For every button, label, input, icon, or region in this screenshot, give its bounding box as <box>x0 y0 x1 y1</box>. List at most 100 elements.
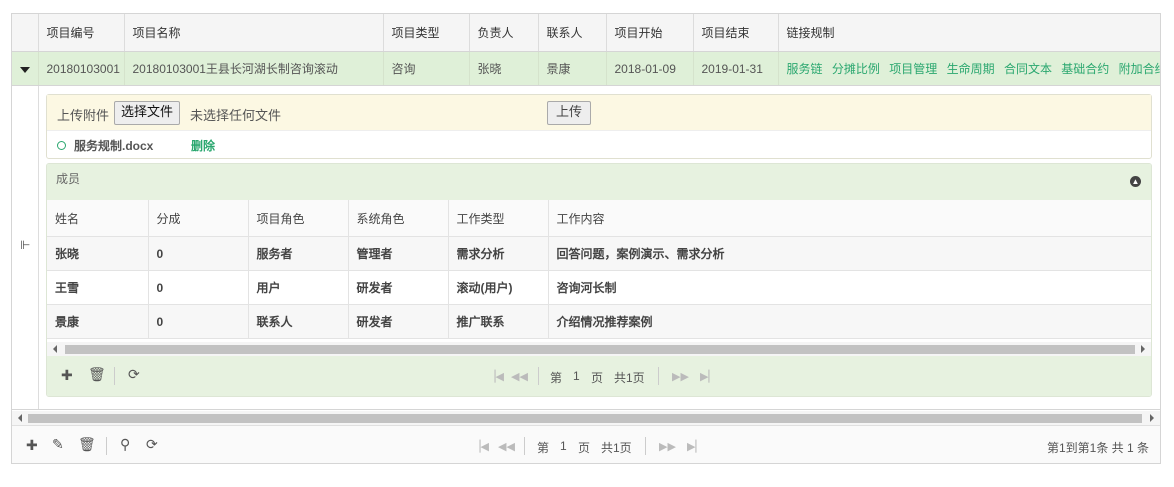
member-name: 王雪 <box>47 270 149 305</box>
pager-suffix: 页 <box>578 441 591 455</box>
next-page-icon[interactable]: ▶▶ <box>672 370 689 383</box>
members-header: 成员 ▲ <box>47 164 1151 200</box>
member-col-work-type[interactable]: 工作类型 <box>448 200 549 237</box>
scroll-left-icon[interactable] <box>18 414 22 422</box>
member-work-content: 介绍情况推荐案例 <box>548 304 1151 339</box>
table-row[interactable]: 王雪 0 用户 研发者 滚动(用户) 咨询河长制 <box>47 270 1151 305</box>
first-page-icon[interactable]: ▕◀ <box>472 440 489 453</box>
pager-divider <box>645 437 646 455</box>
table-row[interactable]: 20180103001 20180103001王县长河湖长制咨询滚动 咨询 张晓… <box>12 51 1160 86</box>
prev-page-icon[interactable]: ◀◀ <box>498 440 515 453</box>
members-grid: 姓名 分成 项目角色 系统角色 工作类型 工作内容 张晓 0 服务者 管理者 需… <box>47 200 1151 339</box>
col-header-type[interactable]: 项目类型 <box>383 14 470 52</box>
first-page-icon[interactable]: ▕◀ <box>487 370 504 383</box>
record-info: 第1到第1条 共 1 条 <box>1046 441 1149 455</box>
scroll-right-icon[interactable] <box>1141 345 1145 353</box>
cell-contact: 景康 <box>538 51 607 86</box>
add-icon[interactable]: ✚ <box>61 367 73 384</box>
cell-owner: 张晓 <box>469 51 539 86</box>
trash-icon[interactable]: 🗑 <box>78 436 96 453</box>
pager-total: 共1页 <box>601 441 632 455</box>
members-horizontal-scrollbar[interactable] <box>47 342 1151 356</box>
expand-header <box>12 14 39 52</box>
delete-attachment-link[interactable]: 删除 <box>191 137 215 154</box>
cell-code: 20180103001 <box>38 51 125 86</box>
scroll-left-icon[interactable] <box>53 345 57 353</box>
link-additional-contract[interactable]: 附加合约 <box>1119 62 1159 76</box>
file-bullet-icon <box>57 141 66 151</box>
grid-header-row: 项目编号 项目名称 项目类型 负责人 联系人 项目开始 项目结束 链接规制 <box>12 14 1160 52</box>
project-grid: 项目编号 项目名称 项目类型 负责人 联系人 项目开始 项目结束 链接规制 20… <box>12 14 1160 86</box>
no-file-text: 未选择任何文件 <box>190 108 282 123</box>
link-base-contract[interactable]: 基础合约 <box>1061 62 1109 76</box>
member-col-share[interactable]: 分成 <box>148 200 249 237</box>
cell-name: 20180103001王县长河湖长制咨询滚动 <box>124 51 384 86</box>
scroll-thumb[interactable] <box>65 345 1135 354</box>
upload-section: 上传附件 选择文件 未选择任何文件 上传 服务规制.docx 删除 <box>46 94 1152 159</box>
upload-row: 上传附件 选择文件 未选择任何文件 上传 <box>47 95 1151 131</box>
col-header-contact[interactable]: 联系人 <box>538 14 607 52</box>
last-page-icon[interactable]: ▶▏ <box>700 370 717 383</box>
member-col-name[interactable]: 姓名 <box>47 200 149 237</box>
table-row[interactable]: 张晓 0 服务者 管理者 需求分析 回答问题，案例演示、需求分析 <box>47 236 1151 271</box>
prev-page-icon[interactable]: ◀◀ <box>511 370 528 383</box>
attachment-item: 服务规制.docx <box>57 137 153 154</box>
pager-page-number[interactable]: 1 <box>560 439 567 453</box>
col-header-owner[interactable]: 负责人 <box>469 14 539 52</box>
choose-file-button[interactable]: 选择文件 <box>114 101 181 125</box>
cell-start: 2018-01-09 <box>606 51 694 86</box>
pager-divider <box>538 367 539 385</box>
col-header-name[interactable]: 项目名称 <box>124 14 384 52</box>
col-header-start[interactable]: 项目开始 <box>606 14 694 52</box>
refresh-icon[interactable]: ⟳ <box>128 366 140 383</box>
member-project-role: 服务者 <box>248 236 349 271</box>
drag-handle-icon[interactable]: ⊩ <box>20 238 30 252</box>
member-col-project-role[interactable]: 项目角色 <box>248 200 349 237</box>
detail-handle[interactable]: ⊩ <box>12 86 39 409</box>
member-share: 0 <box>148 270 249 305</box>
link-contract-text[interactable]: 合同文本 <box>1004 62 1052 76</box>
grid-horizontal-scrollbar[interactable] <box>12 411 1160 425</box>
scroll-right-icon[interactable] <box>1150 414 1154 422</box>
upload-label: 上传附件 <box>57 108 110 123</box>
member-work-type: 推广联系 <box>448 304 549 339</box>
link-lifecycle[interactable]: 生命周期 <box>947 62 995 76</box>
member-col-system-role[interactable]: 系统角色 <box>348 200 449 237</box>
col-header-end[interactable]: 项目结束 <box>693 14 779 52</box>
link-service-chain[interactable]: 服务链 <box>787 62 823 76</box>
pager-divider <box>658 367 659 385</box>
pager-total: 共1页 <box>614 371 645 385</box>
member-system-role: 研发者 <box>348 270 449 305</box>
grid-footer-toolbar: ✚ ✎ 🗑 ⚲ ⟳ ▕◀ ◀◀ 第 1 页 共1页 ▶▶ ▶▏ 第1到第1条 共… <box>12 425 1160 463</box>
trash-icon[interactable]: 🗑 <box>88 366 106 383</box>
member-work-content: 回答问题，案例演示、需求分析 <box>548 236 1151 271</box>
pager-page-number[interactable]: 1 <box>573 369 580 383</box>
edit-icon[interactable]: ✎ <box>52 436 64 453</box>
row-expander[interactable] <box>12 51 39 86</box>
member-share: 0 <box>148 304 249 339</box>
refresh-icon[interactable]: ⟳ <box>146 436 158 453</box>
member-work-type: 滚动(用户) <box>448 270 549 305</box>
table-row[interactable]: 景康 0 联系人 研发者 推广联系 介绍情况推荐案例 <box>47 304 1151 339</box>
search-icon[interactable]: ⚲ <box>120 436 130 453</box>
link-allocation-ratio[interactable]: 分摊比例 <box>832 62 880 76</box>
col-header-code[interactable]: 项目编号 <box>38 14 125 52</box>
upload-button[interactable]: 上传 <box>547 101 592 125</box>
datagrid-panel: 项目编号 项目名称 项目类型 负责人 联系人 项目开始 项目结束 链接规制 20… <box>11 13 1161 464</box>
member-project-role: 联系人 <box>248 304 349 339</box>
add-icon[interactable]: ✚ <box>26 437 38 454</box>
last-page-icon[interactable]: ▶▏ <box>687 440 704 453</box>
caret-down-icon[interactable] <box>20 66 30 73</box>
member-col-work-content[interactable]: 工作内容 <box>548 200 1151 237</box>
member-name: 景康 <box>47 304 149 339</box>
toolbar-divider <box>106 437 107 455</box>
col-header-links[interactable]: 链接规制 <box>778 14 1160 52</box>
cell-links: 服务链 分摊比例 项目管理 生命周期 合同文本 基础合约 附加合约 <box>778 51 1160 86</box>
member-work-type: 需求分析 <box>448 236 549 271</box>
row-detail-panel: ⊩ 上传附件 选择文件 未选择任何文件 上传 服务规制.docx 删除 成员 ▲ <box>12 86 1160 410</box>
next-page-icon[interactable]: ▶▶ <box>659 440 676 453</box>
collapse-up-icon[interactable]: ▲ <box>1130 176 1141 187</box>
member-share: 0 <box>148 236 249 271</box>
link-project-management[interactable]: 项目管理 <box>889 62 937 76</box>
scroll-thumb[interactable] <box>28 414 1142 423</box>
